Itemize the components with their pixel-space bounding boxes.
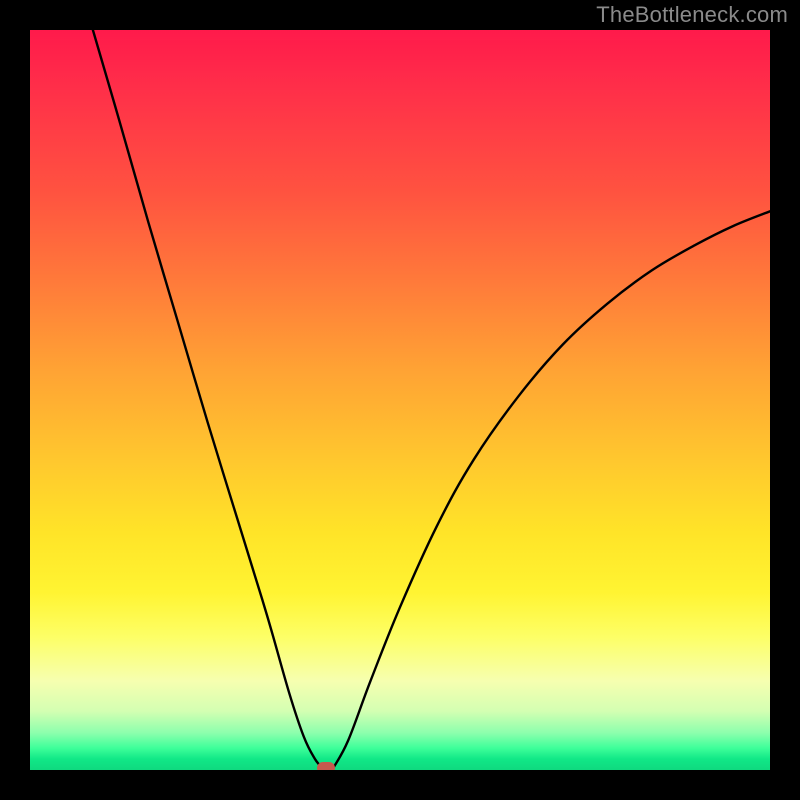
bottleneck-curve [30,30,770,770]
watermark-text: TheBottleneck.com [596,2,788,28]
curve-left-branch [93,30,322,768]
optimal-point-marker [317,762,335,770]
plot-area [30,30,770,770]
curve-right-branch [333,211,770,767]
chart-frame: TheBottleneck.com [0,0,800,800]
